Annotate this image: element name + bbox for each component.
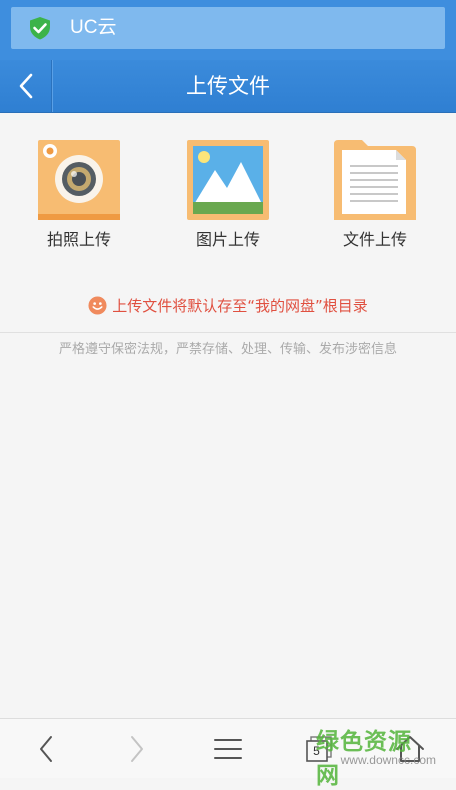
- camera-upload-button[interactable]: 拍照上传: [24, 140, 134, 250]
- menu-icon: [213, 738, 242, 759]
- tabs-icon: 5: [305, 735, 332, 762]
- bottom-toolbar: 5: [0, 718, 456, 778]
- tabs-button[interactable]: 5: [273, 719, 364, 778]
- picture-icon: [187, 140, 269, 220]
- menu-button[interactable]: [182, 719, 273, 778]
- forward-icon: [130, 735, 143, 762]
- url-box[interactable]: UC云: [11, 7, 445, 49]
- file-upload-label: 文件上传: [342, 230, 407, 249]
- page-header: 上传文件: [0, 60, 456, 113]
- browser-forward-button[interactable]: [91, 719, 182, 778]
- page-title: 上传文件: [186, 74, 270, 98]
- document-icon: [334, 140, 416, 220]
- notice-text: 上传文件将默认存至“我的网盘”根目录: [112, 297, 368, 315]
- chevron-left-icon: [19, 73, 32, 99]
- camera-icon: [38, 140, 120, 220]
- picture-upload-label: 图片上传: [195, 230, 260, 249]
- back-icon: [39, 735, 52, 762]
- url-text: UC云: [70, 17, 117, 38]
- picture-upload-button[interactable]: 图片上传: [173, 140, 283, 250]
- browser-back-button[interactable]: [0, 719, 91, 778]
- tab-count: 5: [313, 743, 320, 758]
- browser-address-bar: UC云: [0, 0, 456, 60]
- shield-check-icon: [30, 17, 50, 40]
- divider: [0, 332, 456, 333]
- back-button[interactable]: [0, 60, 52, 112]
- file-upload-button[interactable]: 文件上传: [320, 140, 430, 250]
- home-button[interactable]: [364, 719, 455, 778]
- home-icon: [395, 735, 424, 762]
- smiley-icon: [88, 295, 107, 315]
- upload-options: 拍照上传 图片上传 文件上传: [0, 140, 456, 250]
- confidentiality-policy: 严格遵守保密法规，严禁存储、处理、传输、发布涉密信息: [58, 342, 397, 357]
- camera-upload-label: 拍照上传: [46, 230, 111, 249]
- default-location-notice: 上传文件将默认存至“我的网盘”根目录: [0, 294, 456, 318]
